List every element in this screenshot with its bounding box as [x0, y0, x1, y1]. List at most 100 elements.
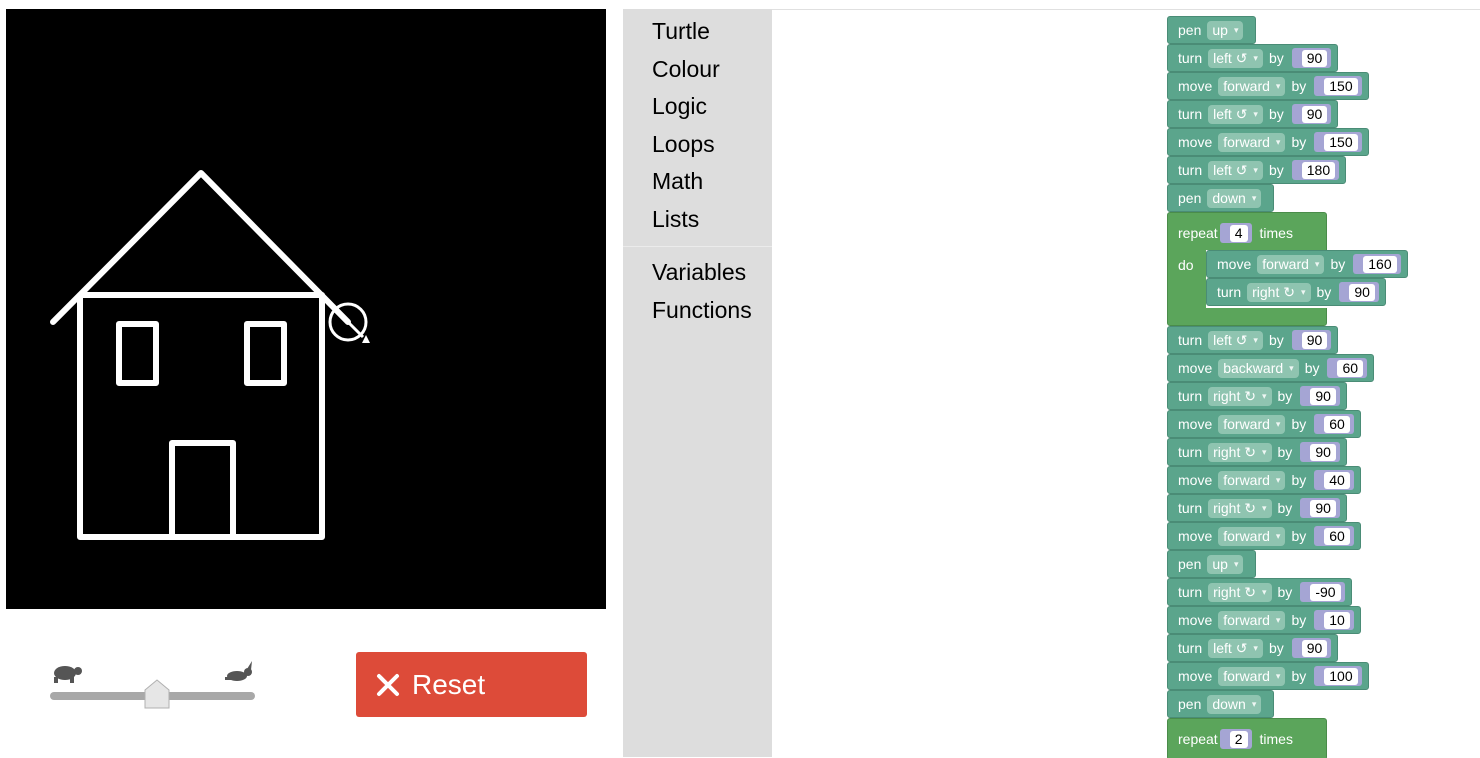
number-input[interactable]: 90: [1291, 48, 1332, 68]
number-input[interactable]: 100: [1314, 666, 1362, 686]
number-input[interactable]: 90: [1291, 104, 1332, 124]
turn-block[interactable]: turn left ↺ ▾ by 90: [1167, 44, 1339, 72]
slider-thumb[interactable]: [143, 678, 171, 710]
category-colour[interactable]: Colour: [652, 56, 720, 83]
number-value[interactable]: 40: [1324, 471, 1350, 489]
pen-block[interactable]: pen up ▾: [1167, 16, 1257, 44]
repeat-count-input[interactable]: 2: [1219, 729, 1252, 749]
category-turtle[interactable]: Turtle: [652, 18, 710, 45]
move-dropdown[interactable]: forward ▾: [1257, 254, 1325, 274]
move-dropdown[interactable]: forward ▾: [1218, 76, 1286, 96]
turn-dropdown[interactable]: left ↺ ▾: [1208, 104, 1263, 124]
turn-dropdown[interactable]: left ↺ ▾: [1208, 160, 1263, 180]
number-input[interactable]: 40: [1314, 470, 1354, 490]
move-dropdown[interactable]: forward ▾: [1218, 470, 1286, 490]
pen-dropdown[interactable]: up ▾: [1207, 554, 1244, 574]
number-value[interactable]: 90: [1310, 387, 1336, 405]
move-dropdown[interactable]: backward ▾: [1218, 358, 1299, 378]
move-block[interactable]: move forward ▾ by 150: [1167, 72, 1369, 100]
number-value[interactable]: 160: [1363, 255, 1397, 273]
pen-dropdown[interactable]: down ▾: [1207, 694, 1262, 714]
block-workspace[interactable]: pen up ▾ turn left ↺ ▾ by 90 move forward ▾ by 150 tu…: [772, 9, 1480, 758]
number-input[interactable]: 10: [1314, 610, 1354, 630]
turn-block[interactable]: turn left ↺ ▾ by 90: [1167, 634, 1339, 662]
number-value[interactable]: 150: [1324, 133, 1358, 151]
number-value[interactable]: 60: [1324, 527, 1350, 545]
number-input[interactable]: 150: [1314, 132, 1362, 152]
repeat-count[interactable]: 4: [1229, 224, 1248, 242]
number-input[interactable]: 90: [1339, 282, 1379, 302]
number-value[interactable]: 150: [1324, 77, 1358, 95]
repeat-count[interactable]: 2: [1229, 730, 1248, 748]
number-value[interactable]: 90: [1301, 331, 1328, 349]
number-input[interactable]: -90: [1300, 582, 1345, 602]
turn-block[interactable]: turn left ↺ ▾ by 90: [1167, 100, 1339, 128]
number-value[interactable]: 90: [1310, 443, 1336, 461]
move-block[interactable]: move forward ▾ by 100: [1167, 662, 1369, 690]
category-functions[interactable]: Functions: [652, 297, 752, 324]
number-input[interactable]: 160: [1353, 254, 1401, 274]
turn-dropdown[interactable]: right ↻ ▾: [1208, 582, 1272, 602]
pen-dropdown[interactable]: down ▾: [1207, 188, 1262, 208]
move-dropdown[interactable]: forward ▾: [1218, 610, 1286, 630]
turn-dropdown[interactable]: left ↺ ▾: [1208, 638, 1263, 658]
number-value[interactable]: 10: [1324, 611, 1350, 629]
pen-block[interactable]: pen down ▾: [1167, 690, 1275, 718]
turn-block[interactable]: turn right ↻ ▾ by -90: [1167, 578, 1352, 606]
move-dropdown[interactable]: forward ▾: [1218, 666, 1286, 686]
repeat-count-input[interactable]: 4: [1219, 223, 1252, 243]
move-block[interactable]: move forward ▾ by 40: [1167, 466, 1361, 494]
category-logic[interactable]: Logic: [652, 93, 707, 120]
turn-dropdown[interactable]: right ↻ ▾: [1208, 498, 1272, 518]
turn-block[interactable]: turn right ↻ ▾ by 90: [1206, 278, 1386, 306]
number-value[interactable]: -90: [1310, 583, 1341, 601]
turn-dropdown[interactable]: left ↺ ▾: [1208, 48, 1263, 68]
move-dropdown[interactable]: forward ▾: [1218, 414, 1286, 434]
move-block[interactable]: move backward ▾ by 60: [1167, 354, 1375, 382]
pen-block[interactable]: pen up ▾: [1167, 550, 1257, 578]
number-input[interactable]: 60: [1314, 414, 1354, 434]
number-value[interactable]: 100: [1324, 667, 1358, 685]
category-loops[interactable]: Loops: [652, 131, 715, 158]
move-block[interactable]: move forward ▾ by 150: [1167, 128, 1369, 156]
category-variables[interactable]: Variables: [652, 259, 746, 286]
turn-dropdown[interactable]: right ↻ ▾: [1247, 282, 1311, 302]
number-input[interactable]: 90: [1291, 638, 1332, 658]
number-input[interactable]: 90: [1291, 330, 1332, 350]
category-math[interactable]: Math: [652, 168, 703, 195]
turn-block[interactable]: turn right ↻ ▾ by 90: [1167, 382, 1347, 410]
turn-block[interactable]: turn left ↺ ▾ by 180: [1167, 156, 1347, 184]
reset-button[interactable]: Reset: [356, 652, 587, 717]
number-value[interactable]: 90: [1310, 499, 1336, 517]
number-input[interactable]: 90: [1300, 442, 1340, 462]
turn-block[interactable]: turn right ↻ ▾ by 90: [1167, 438, 1347, 466]
number-input[interactable]: 150: [1314, 76, 1362, 96]
move-block[interactable]: move forward ▾ by 10: [1167, 606, 1361, 634]
turn-dropdown[interactable]: left ↺ ▾: [1208, 330, 1263, 350]
turn-block[interactable]: turn left ↺ ▾ by 90: [1167, 326, 1339, 354]
move-block[interactable]: move forward ▾ by 160: [1206, 250, 1408, 278]
move-dropdown[interactable]: forward ▾: [1218, 526, 1286, 546]
speed-slider[interactable]: [50, 660, 255, 710]
number-value[interactable]: 60: [1324, 415, 1350, 433]
move-block[interactable]: move forward ▾ by 60: [1167, 522, 1361, 550]
pen-dropdown[interactable]: up ▾: [1207, 20, 1244, 40]
turn-dropdown[interactable]: right ↻ ▾: [1208, 442, 1272, 462]
number-input[interactable]: 60: [1327, 358, 1368, 378]
number-value[interactable]: 60: [1337, 359, 1364, 377]
number-value[interactable]: 90: [1301, 49, 1328, 67]
number-value[interactable]: 90: [1349, 283, 1375, 301]
number-value[interactable]: 90: [1301, 639, 1328, 657]
category-lists[interactable]: Lists: [652, 206, 699, 233]
turn-block[interactable]: turn right ↻ ▾ by 90: [1167, 494, 1347, 522]
number-input[interactable]: 90: [1300, 386, 1340, 406]
turn-dropdown[interactable]: right ↻ ▾: [1208, 386, 1272, 406]
pen-block[interactable]: pen down ▾: [1167, 184, 1275, 212]
number-input[interactable]: 180: [1291, 160, 1340, 180]
move-dropdown[interactable]: forward ▾: [1218, 132, 1286, 152]
number-input[interactable]: 90: [1300, 498, 1340, 518]
number-value[interactable]: 180: [1301, 161, 1336, 179]
move-block[interactable]: move forward ▾ by 60: [1167, 410, 1361, 438]
number-value[interactable]: 90: [1301, 105, 1328, 123]
repeat-block[interactable]: repeat 2 times: [1167, 718, 1327, 758]
